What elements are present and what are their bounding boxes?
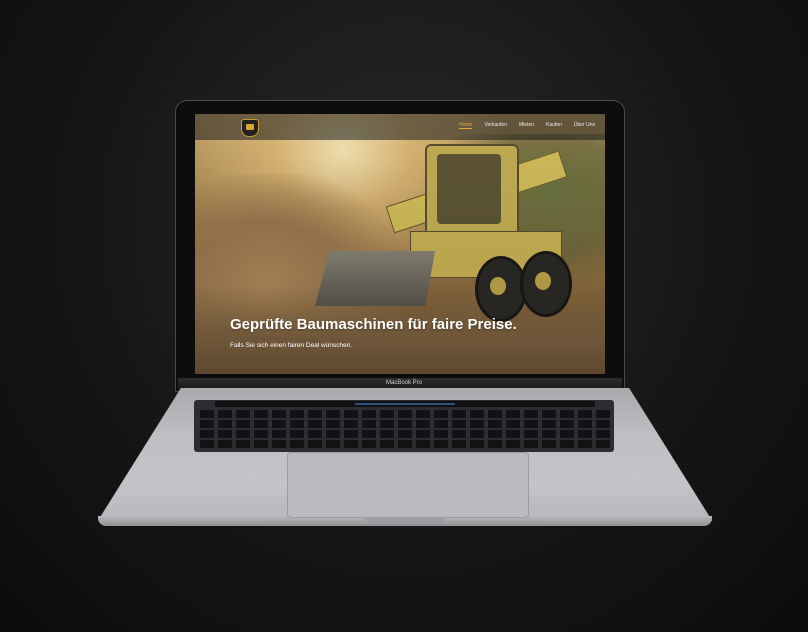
nav-item-verkaufen[interactable]: Verkaufen [484, 122, 507, 129]
nav-item-home[interactable]: Home [459, 122, 473, 129]
nav-item-mieten[interactable]: Mieten [519, 122, 534, 129]
touch-bar [215, 401, 595, 407]
hero-image [195, 114, 605, 374]
hero-headline: Geprüfte Baumaschinen für faire Preise. [230, 316, 517, 333]
trackpad [287, 452, 529, 518]
hero-overlay [195, 114, 605, 374]
lid-notch [365, 518, 445, 523]
laptop-screen: Home Verkaufen Mieten Kaufen Über Uns Ge… [195, 114, 605, 374]
site-logo-icon[interactable] [241, 119, 259, 137]
site-navbar: Home Verkaufen Mieten Kaufen Über Uns [195, 114, 605, 140]
keyboard-keys [198, 410, 610, 450]
device-brand-label: MacBook Pro [385, 380, 422, 386]
main-nav: Home Verkaufen Mieten Kaufen Über Uns [459, 122, 595, 129]
hero-subline: Falls Sie sich einen fairen Deal wünsche… [230, 342, 353, 349]
nav-item-ueber-uns[interactable]: Über Uns [574, 122, 595, 129]
nav-item-kaufen[interactable]: Kaufen [546, 122, 562, 129]
